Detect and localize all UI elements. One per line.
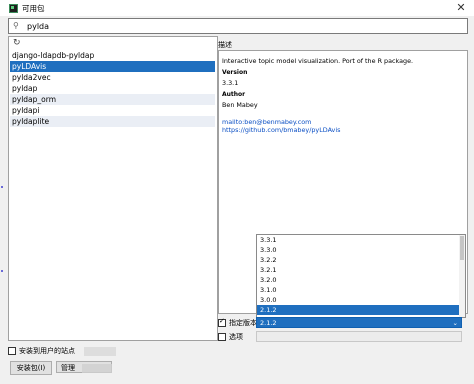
background-mark xyxy=(1,186,3,188)
package-list: django-ldapdb-pyldap pyLDAvis pylda2vec … xyxy=(10,50,215,127)
package-item[interactable]: pyldap_orm xyxy=(10,94,215,105)
chevron-down-icon: ⌄ xyxy=(452,319,458,327)
redacted-area xyxy=(82,364,112,373)
refresh-icon[interactable]: ↻ xyxy=(13,38,23,48)
package-item[interactable]: django-ldapdb-pyldap xyxy=(10,50,215,61)
redacted-area xyxy=(84,347,116,356)
homepage-link[interactable]: https://github.com/bmabey/pyLDAvis xyxy=(222,126,462,134)
manage-button-label: 管理 xyxy=(61,364,75,372)
version-select[interactable]: 2.1.2 ⌄ xyxy=(256,317,462,328)
description-summary: Interactive topic model visualization. P… xyxy=(222,57,414,65)
author-heading: Author xyxy=(222,91,246,98)
user-site-label: 安装到用户的站点 xyxy=(19,347,75,355)
version-option[interactable]: 3.0.0 xyxy=(257,295,465,305)
close-icon[interactable]: ✕ xyxy=(454,1,468,15)
search-input[interactable] xyxy=(27,19,457,33)
version-option[interactable]: 3.1.0 xyxy=(257,285,465,295)
specify-version-row[interactable]: 指定版本 xyxy=(218,317,257,328)
specify-version-checkbox[interactable] xyxy=(218,317,226,327)
search-box[interactable]: ⚲ xyxy=(8,18,468,34)
version-option[interactable]: 3.3.0 xyxy=(257,245,465,255)
version-option[interactable]: 3.2.1 xyxy=(257,265,465,275)
specify-version-label: 指定版本 xyxy=(229,319,257,327)
background-mark xyxy=(1,270,3,272)
version-option[interactable]: 3.2.2 xyxy=(257,255,465,265)
package-list-panel: ↻ django-ldapdb-pyldap pyLDAvis pylda2ve… xyxy=(8,36,218,341)
version-dropdown-list: 3.3.1 3.3.0 3.2.2 3.2.1 3.2.0 3.1.0 3.0.… xyxy=(256,234,466,318)
options-input[interactable] xyxy=(256,331,462,342)
description-label: 描述 xyxy=(218,41,232,49)
options-label: 选项 xyxy=(229,333,243,341)
search-icon: ⚲ xyxy=(13,21,19,30)
version-select-value: 2.1.2 xyxy=(260,319,277,327)
user-site-row[interactable]: 安装到用户的站点 xyxy=(8,346,75,356)
version-heading: Version xyxy=(222,69,248,76)
version-list-scrollbar[interactable] xyxy=(459,235,465,317)
version-option-selected[interactable]: 2.1.2 xyxy=(257,305,465,315)
title-bar: 可用包 ✕ xyxy=(0,0,474,16)
options-checkbox[interactable] xyxy=(218,333,226,341)
package-item[interactable]: pyldapi xyxy=(10,105,215,116)
version-option[interactable]: 3.3.1 xyxy=(257,235,465,245)
version-option[interactable]: 3.2.0 xyxy=(257,275,465,285)
package-item[interactable]: pylda2vec xyxy=(10,72,215,83)
description-content: Interactive topic model visualization. P… xyxy=(222,57,462,134)
app-icon xyxy=(9,4,18,13)
scrollbar-thumb[interactable] xyxy=(460,236,464,260)
user-site-checkbox[interactable] xyxy=(8,347,16,355)
package-item-selected[interactable]: pyLDAvis xyxy=(10,61,215,72)
window-title: 可用包 xyxy=(22,4,45,13)
email-link[interactable]: mailto:ben@benmabey.com xyxy=(222,118,462,126)
author-value: Ben Mabey xyxy=(222,101,258,109)
version-value: 3.3.1 xyxy=(222,79,239,87)
options-row[interactable]: 选项 xyxy=(218,332,243,342)
install-button[interactable]: 安装包(I) xyxy=(10,361,52,375)
package-item[interactable]: pyldap xyxy=(10,83,215,94)
package-item[interactable]: pyldaplite xyxy=(10,116,215,127)
